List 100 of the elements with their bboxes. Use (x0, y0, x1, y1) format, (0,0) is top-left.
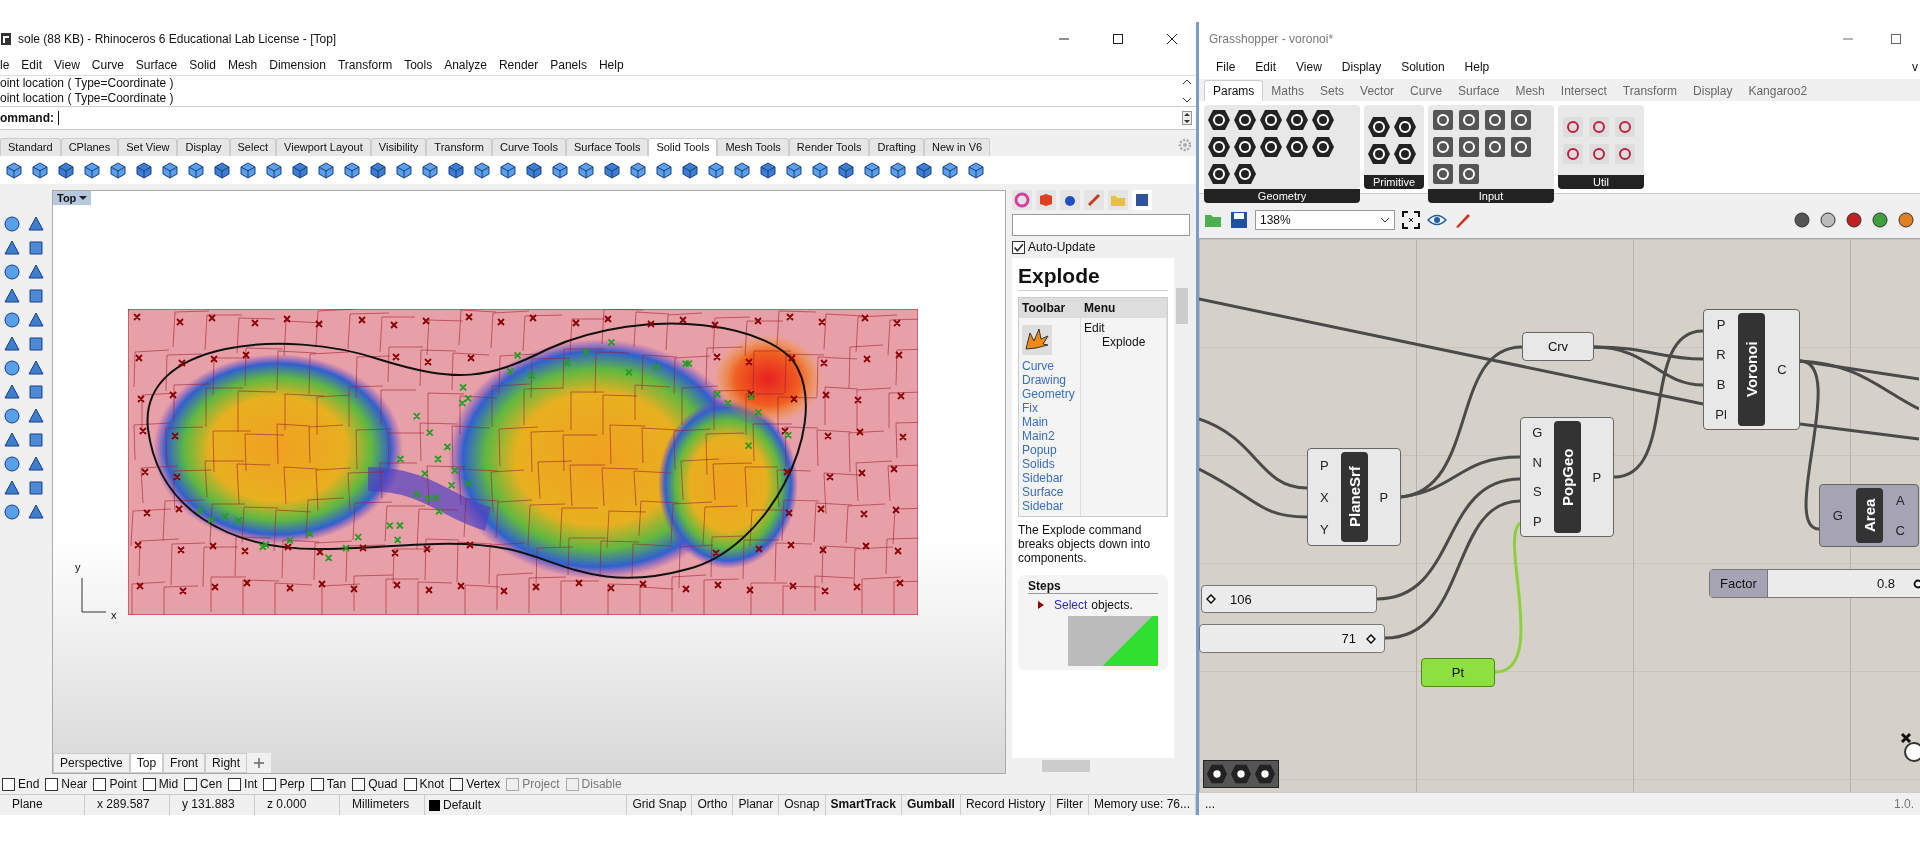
maximize-icon[interactable] (1112, 32, 1124, 45)
component-node[interactable]: G Area A C (1819, 484, 1919, 547)
toolbar-link[interactable]: Curve (1022, 359, 1077, 373)
menu-item[interactable]: Analyze (444, 58, 487, 72)
ribbon-tab[interactable]: Display (1685, 81, 1741, 101)
panel-tab-icon[interactable] (1036, 190, 1056, 210)
toolbar-icon[interactable] (628, 160, 648, 180)
port-label[interactable]: Y (1319, 521, 1329, 537)
ribbon-group-label[interactable]: Primitive (1364, 175, 1424, 189)
scroll-down-icon[interactable] (1182, 96, 1192, 104)
osnap-checkbox[interactable] (184, 777, 198, 791)
toolbar-tab[interactable]: Display (177, 138, 230, 156)
osnap-checkbox[interactable] (450, 777, 464, 791)
component-icon[interactable] (1311, 108, 1335, 132)
ribbon-group-label[interactable]: Util (1558, 175, 1644, 189)
toolbar-icon[interactable] (342, 160, 362, 180)
toolbar-icon[interactable] (524, 160, 544, 180)
number-slider[interactable]: 71 (1199, 624, 1385, 653)
panel-tab-icon[interactable] (1012, 190, 1032, 210)
ribbon-tab[interactable]: Maths (1263, 81, 1313, 101)
toolbar-icon[interactable] (940, 160, 960, 180)
component-icon[interactable] (1233, 135, 1257, 159)
toolbar-icon[interactable] (82, 160, 102, 180)
menu-item[interactable]: Solution (1401, 60, 1445, 74)
toolbar-icon[interactable] (576, 160, 596, 180)
toolbar-icon[interactable] (706, 160, 726, 180)
osnap-checkbox[interactable] (2, 777, 15, 791)
toolbar-link[interactable]: Solids (1022, 457, 1077, 471)
port-label[interactable]: C (1895, 523, 1905, 539)
component-icon[interactable] (1207, 108, 1231, 132)
toolbar-tab[interactable]: CPlanes (60, 138, 119, 156)
tool-icon[interactable] (26, 478, 46, 498)
port-label[interactable]: B (1716, 376, 1726, 392)
tool-icon[interactable] (26, 310, 46, 330)
component-icon[interactable] (1509, 108, 1533, 132)
toolbar-icon[interactable] (680, 160, 700, 180)
toolbar-icon[interactable] (4, 160, 24, 180)
status-toggle[interactable]: Planar (733, 795, 780, 815)
toolbar-icon[interactable] (888, 160, 908, 180)
toolbar-icon[interactable] (602, 160, 622, 180)
component-icon[interactable] (1509, 135, 1533, 159)
parameter-node[interactable]: Pt (1421, 658, 1495, 687)
component-icon[interactable] (1431, 162, 1455, 186)
toolbar-link[interactable]: Geometry (1022, 387, 1077, 401)
toolbar-icon[interactable] (264, 160, 284, 180)
zoom-extents-icon[interactable] (1401, 210, 1421, 230)
viewport-tab[interactable]: Front (163, 753, 206, 773)
caret-icon[interactable] (1380, 217, 1390, 223)
menu-item[interactable]: Transform (337, 58, 393, 72)
menu-item[interactable]: Solid (189, 58, 216, 72)
widget-icon[interactable] (1206, 763, 1228, 785)
menu-item[interactable]: Panels (550, 58, 587, 72)
menu-item[interactable]: Display (1341, 60, 1382, 74)
preview-icon[interactable] (1844, 210, 1864, 230)
layer-name[interactable]: Default (443, 798, 482, 812)
viewport-tab[interactable]: Perspective (53, 753, 130, 773)
tool-icon[interactable] (26, 406, 46, 426)
widget-icon[interactable] (1254, 763, 1276, 785)
ribbon-tab[interactable]: Kangaroo2 (1740, 81, 1816, 101)
component-icon[interactable] (1393, 141, 1417, 166)
tool-icon[interactable] (26, 262, 46, 282)
toolbar-icon[interactable] (654, 160, 674, 180)
menu-item[interactable]: Help (1464, 60, 1490, 74)
toolbar-tab[interactable]: Visibility (370, 138, 427, 156)
toolbar-icon[interactable] (550, 160, 570, 180)
tool-icon[interactable] (2, 238, 22, 258)
toolbar-icon[interactable] (810, 160, 830, 180)
tool-icon[interactable] (2, 262, 22, 282)
component-icon[interactable] (1457, 162, 1481, 186)
menu-item[interactable]: v (1912, 60, 1918, 74)
toolbar-icon[interactable] (914, 160, 934, 180)
ribbon-tab[interactable]: Sets (1312, 81, 1353, 101)
preview-icon[interactable] (1896, 210, 1916, 230)
toolbar-link[interactable]: Main (1022, 415, 1077, 429)
close-icon[interactable] (1166, 32, 1178, 45)
toolbar-icon[interactable] (420, 160, 440, 180)
osnap-checkbox[interactable] (352, 777, 366, 791)
tool-icon[interactable] (26, 358, 46, 378)
port-label[interactable]: P (1532, 513, 1542, 529)
component-icon[interactable] (1259, 108, 1283, 132)
menu-item[interactable]: File (1216, 60, 1236, 74)
toolbar-tab[interactable]: Viewport Layout (276, 138, 371, 156)
menu-item[interactable]: Dimension (269, 58, 326, 72)
toolbar-icon[interactable] (472, 160, 492, 180)
tool-icon[interactable] (26, 334, 46, 354)
toolbar-tab[interactable]: Render Tools (788, 138, 870, 156)
ribbon-tab[interactable]: Mesh (1507, 81, 1553, 101)
status-toggle[interactable]: Osnap (779, 795, 826, 815)
toolbar-icon[interactable] (394, 160, 414, 180)
component-icon[interactable] (1457, 108, 1481, 132)
component-node[interactable]: G N S P PopGeo P (1520, 417, 1614, 537)
toolbar-icon[interactable] (446, 160, 466, 180)
port-label[interactable]: X (1319, 489, 1329, 505)
tool-icon[interactable] (2, 358, 22, 378)
toolbar-link[interactable]: Main2 (1022, 429, 1077, 443)
component-icon[interactable] (1483, 135, 1507, 159)
toolbar-link[interactable]: Surface (1022, 485, 1077, 499)
tool-icon[interactable] (26, 238, 46, 258)
menu-item[interactable]: Surface (135, 58, 178, 72)
toolbar-icon[interactable] (134, 160, 154, 180)
